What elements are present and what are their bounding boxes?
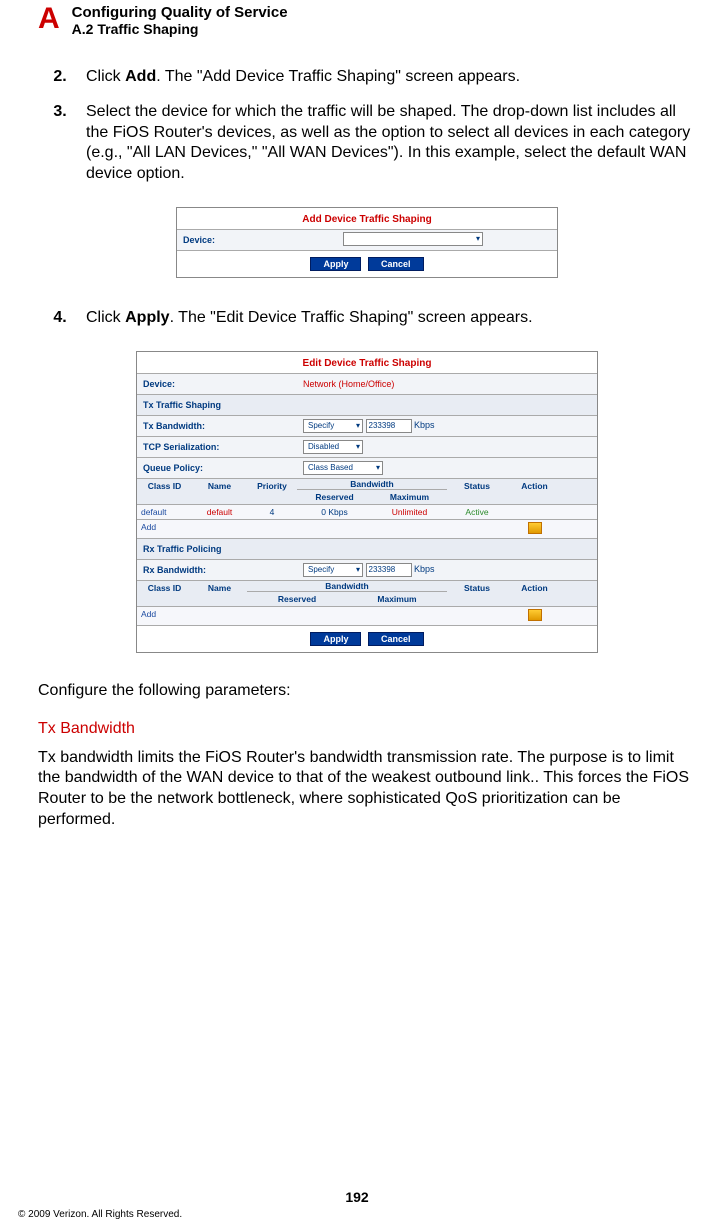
device-value: Network (Home/Office) bbox=[263, 379, 591, 389]
rx-bw-input[interactable]: 233398 bbox=[366, 563, 412, 577]
queue-select[interactable]: Class Based bbox=[303, 461, 383, 475]
page-footer: 192 © 2009 Verizon. All Rights Reserved. bbox=[0, 1189, 724, 1220]
add-link[interactable]: Add bbox=[137, 607, 192, 625]
panel-a-title: Add Device Traffic Shaping bbox=[177, 208, 557, 229]
rx-table-head: Class ID Name Bandwidth Reserved Maximum… bbox=[137, 580, 597, 606]
rx-bw-label: Rx Bandwidth: bbox=[143, 565, 263, 575]
header-subtitle: A.2 Traffic Shaping bbox=[72, 21, 288, 37]
device-label: Device: bbox=[143, 379, 263, 389]
queue-label: Queue Policy: bbox=[143, 463, 263, 473]
apply-button[interactable]: Apply bbox=[310, 632, 361, 646]
tcp-select[interactable]: Disabled bbox=[303, 440, 363, 454]
tx-table-head: Class ID Name Priority Bandwidth Reserve… bbox=[137, 478, 597, 504]
device-label: Device: bbox=[183, 235, 303, 245]
device-select[interactable] bbox=[343, 232, 483, 246]
rx-add-row: Add bbox=[137, 606, 597, 625]
tx-section: Tx Traffic Shaping bbox=[143, 400, 221, 410]
step-4: Click Apply. The "Edit Device Traffic Sh… bbox=[80, 308, 696, 329]
configure-intro: Configure the following parameters: bbox=[38, 681, 696, 702]
cancel-button[interactable]: Cancel bbox=[368, 632, 424, 646]
step-3: Select the device for which the traffic … bbox=[80, 102, 696, 185]
rx-bw-unit: Kbps bbox=[414, 564, 435, 574]
page-header: A Configuring Quality of Service A.2 Tra… bbox=[38, 4, 696, 37]
copyright: © 2009 Verizon. All Rights Reserved. bbox=[18, 1209, 696, 1220]
step-list: Click Add. The "Add Device Traffic Shapi… bbox=[38, 67, 696, 185]
add-link[interactable]: Add bbox=[137, 520, 192, 538]
tx-row-default: default default 4 0 Kbps Unlimited Activ… bbox=[137, 504, 597, 519]
tx-bw-select[interactable]: Specify bbox=[303, 419, 363, 433]
page-number: 192 bbox=[18, 1189, 696, 1205]
tx-bw-input[interactable]: 233398 bbox=[366, 419, 412, 433]
tx-bw-unit: Kbps bbox=[414, 420, 435, 430]
add-icon[interactable] bbox=[528, 609, 542, 621]
edit-device-panel: Edit Device Traffic Shaping Device: Netw… bbox=[136, 351, 598, 653]
rx-bw-select[interactable]: Specify bbox=[303, 563, 363, 577]
step-2: Click Add. The "Add Device Traffic Shapi… bbox=[80, 67, 696, 88]
panel-b-title: Edit Device Traffic Shaping bbox=[137, 352, 597, 373]
appendix-letter: A bbox=[38, 4, 60, 34]
header-title: Configuring Quality of Service bbox=[72, 4, 288, 21]
cancel-button[interactable]: Cancel bbox=[368, 257, 424, 271]
add-icon[interactable] bbox=[528, 522, 542, 534]
tx-bandwidth-para: Tx bandwidth limits the FiOS Router's ba… bbox=[38, 748, 696, 831]
tx-bandwidth-heading: Tx Bandwidth bbox=[38, 720, 696, 738]
rx-section: Rx Traffic Policing bbox=[143, 544, 222, 554]
step-list-cont: Click Apply. The "Edit Device Traffic Sh… bbox=[38, 308, 696, 329]
tx-bw-label: Tx Bandwidth: bbox=[143, 421, 263, 431]
tcp-label: TCP Serialization: bbox=[143, 442, 263, 452]
apply-button[interactable]: Apply bbox=[310, 257, 361, 271]
add-device-panel: Add Device Traffic Shaping Device: Apply… bbox=[176, 207, 558, 278]
tx-add-row: Add bbox=[137, 519, 597, 538]
